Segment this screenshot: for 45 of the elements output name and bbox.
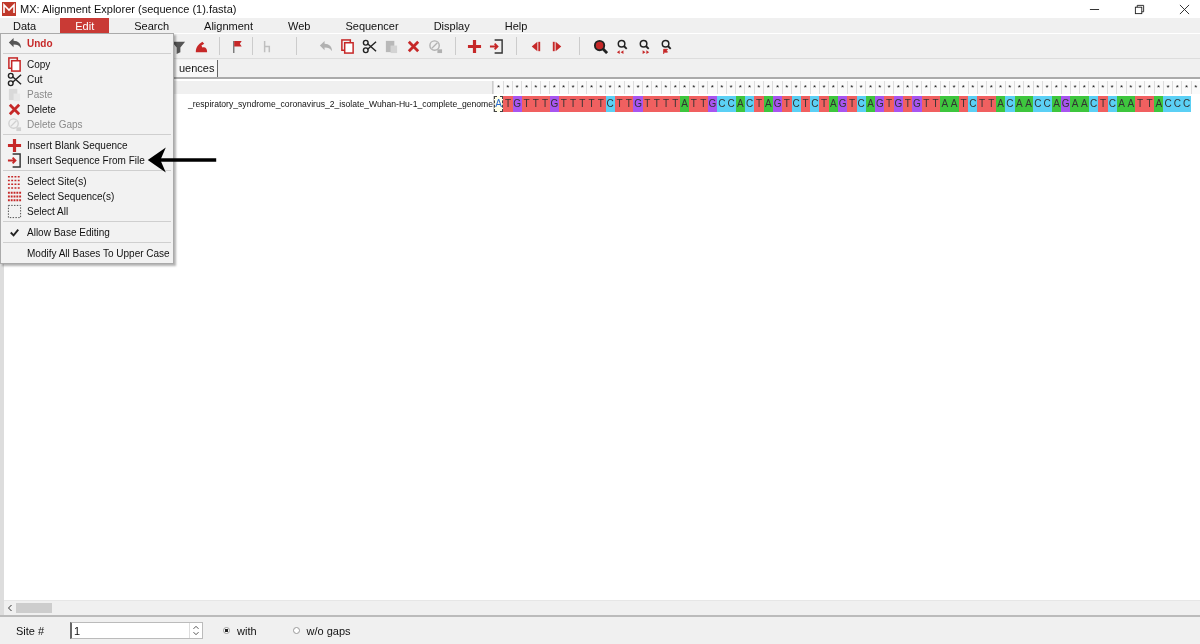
menu-item[interactable]: Edit [60, 18, 110, 33]
menu-entry[interactable]: Insert Blank Sequence [1, 138, 173, 153]
horizontal-scrollbar[interactable] [4, 600, 1200, 615]
scroll-left-icon[interactable] [6, 603, 14, 613]
delete-icon [6, 102, 22, 117]
menu-entry[interactable]: Select All [1, 204, 173, 219]
copy-icon [6, 57, 22, 72]
menu-item[interactable]: Web [277, 18, 321, 33]
menu-item[interactable]: Search [123, 18, 180, 33]
scissors-icon [6, 72, 22, 87]
sequences-tab[interactable]: uences [176, 60, 219, 77]
site-number-field[interactable]: 1 [70, 622, 203, 639]
dotted-square-icon [6, 204, 22, 219]
sequence-name[interactable]: _respiratory_syndrome_coronavirus_2_isolate_Wuhan-Hu-1_complete_genome [187, 99, 493, 109]
scroll-thumb[interactable] [16, 603, 52, 613]
close-icon[interactable] [1179, 3, 1190, 15]
grid-icon [6, 174, 22, 189]
restore-icon[interactable] [1134, 3, 1145, 15]
window-title: MX: Alignment Explorer (sequence (1).fasta) [20, 3, 237, 15]
delete-gaps-icon [6, 117, 22, 132]
conservation-marks: * * * * * * * * * * * * * * * * * * * * * * * * * * * * * * * * * * * * * * * * * * * * * * * * * * * * * * * * * * * * * * * * * * * * * * * * * * * * [493, 81, 1200, 94]
menu-item[interactable]: Help [493, 18, 538, 33]
menu-entry[interactable]: Delete [1, 102, 173, 117]
menu-entry[interactable]: Cut [1, 72, 173, 87]
menu-entry[interactable]: Insert Sequence From File [1, 153, 173, 168]
menu-entry[interactable]: Select Sequence(s) [1, 189, 173, 204]
menu-item[interactable]: Alignment [193, 18, 263, 33]
undo-icon [6, 36, 22, 51]
menu-entry[interactable]: Undo [1, 36, 173, 51]
menu-item[interactable]: Data [2, 18, 47, 33]
insert-file-icon [6, 153, 22, 168]
radio-option[interactable]: with [223, 624, 257, 637]
sequence-bases[interactable]: T G T T T G T T T T T C T T G T T T T A T T G C C A C T A G T C T C T A G T C A G T G T G T T A A T C T T A C A A C C A G A A C T C A A T T A C C C [503, 96, 1192, 112]
menu-entry[interactable]: Copy [1, 57, 173, 72]
menu-item[interactable]: Sequencer [334, 18, 409, 33]
site-label: Site # [16, 624, 46, 637]
menu-item[interactable]: Display [422, 18, 480, 33]
menu-entry[interactable]: Modify All Bases To Upper Case [1, 246, 173, 261]
plus-icon [6, 138, 22, 153]
spinner-icon[interactable] [189, 623, 202, 638]
paste-icon [6, 87, 22, 102]
grid-icon [6, 189, 22, 204]
menu-entry[interactable]: Allow Base Editing [1, 225, 173, 240]
radio-option[interactable]: w/o gaps [292, 624, 351, 637]
menu-entry[interactable]: Select Site(s) [1, 174, 173, 189]
